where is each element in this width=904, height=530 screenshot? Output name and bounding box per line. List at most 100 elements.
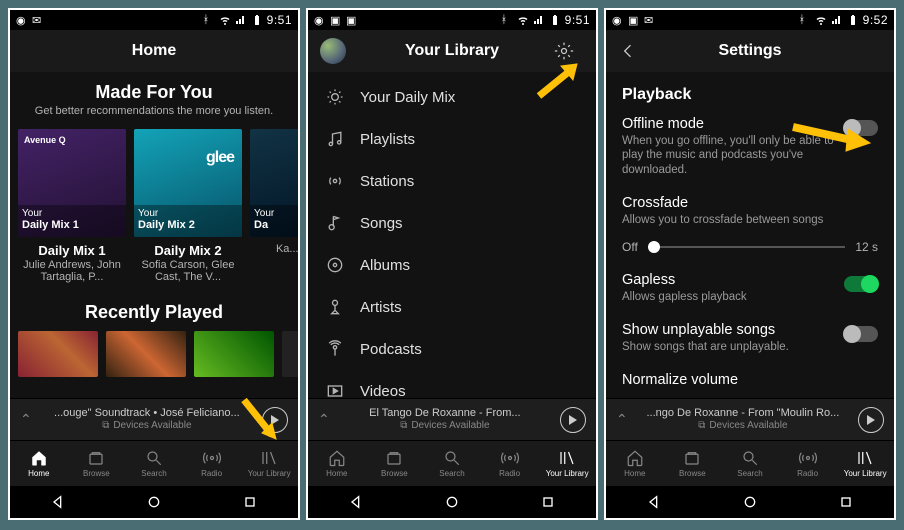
now-playing-bar[interactable]: ⌃ ...ouge" Soundtrack • José Feliciano..… [10,398,298,440]
slider-min-label: Off [622,240,638,254]
now-playing-track: ...ouge" Soundtrack • José Feliciano... [40,407,254,420]
library-item-label: Artists [360,299,402,316]
bottom-tabs: Home Browse Search Radio Your Library [606,440,894,486]
tab-radio[interactable]: Radio [779,441,837,486]
now-playing-bar[interactable]: ⌃ ...ngo De Roxanne - From "Moulin Ro...… [606,398,894,440]
podcast-icon [324,338,346,360]
back-button[interactable] [50,494,66,510]
clock: 9:51 [565,13,590,27]
home-button[interactable] [146,494,162,510]
tab-browse[interactable]: Browse [664,441,722,486]
library-item-podcasts[interactable]: Podcasts [308,328,596,370]
back-button[interactable] [646,494,662,510]
setting-desc: Allows you to crossfade between songs [622,213,878,227]
library-item-albums[interactable]: Albums [308,244,596,286]
daily-mix-card[interactable]: YourDaily Mix 2 Daily Mix 2 Sofia Carson… [134,129,242,284]
tab-library[interactable]: Your Library [836,441,894,486]
wifi-icon [517,14,529,26]
toggle-unplayable[interactable] [844,326,878,342]
recents-button[interactable] [540,494,556,510]
setting-unplayable[interactable]: Show unplayable songs Show songs that ar… [606,314,894,364]
setting-gapless[interactable]: Gapless Allows gapless playback [606,264,894,314]
tab-home[interactable]: Home [10,441,68,486]
slider-knob[interactable] [648,241,660,253]
album-thumb[interactable] [282,331,298,377]
library-item-daily-mix[interactable]: Your Daily Mix [308,76,596,118]
daily-mix-card[interactable]: YourDaily Mix 1 Daily Mix 1 Julie Andrew… [18,129,126,284]
tab-search[interactable]: Search [125,441,183,486]
clock: 9:52 [863,13,888,27]
devices-icon: ⧉ [698,420,705,432]
tab-radio[interactable]: Radio [183,441,241,486]
card-title: Daily Mix 2 [134,243,242,258]
avatar[interactable] [320,38,346,64]
chevron-up-icon[interactable]: ⌃ [616,411,628,428]
tab-radio[interactable]: Radio [481,441,539,486]
settings-button[interactable] [554,41,584,61]
status-bar: ◉ ▣ ▣ ᚼ 9:51 [308,10,596,30]
daily-mix-carousel[interactable]: YourDaily Mix 1 Daily Mix 1 Julie Andrew… [10,123,298,284]
tab-browse[interactable]: Browse [366,441,424,486]
made-for-you-title: Made For You [22,82,286,103]
tab-home[interactable]: Home [606,441,664,486]
library-item-playlists[interactable]: Playlists [308,118,596,160]
library-item-songs[interactable]: Songs [308,202,596,244]
library-item-label: Albums [360,257,410,274]
setting-normalize[interactable]: Normalize volume [606,364,894,398]
play-button[interactable] [858,407,884,433]
now-playing-bar[interactable]: ⌃ El Tango De Roxanne - From... ⧉Devices… [308,398,596,440]
tab-home[interactable]: Home [308,441,366,486]
chevron-up-icon[interactable]: ⌃ [318,411,330,428]
disc-icon [324,254,346,276]
library-item-videos[interactable]: Videos [308,370,596,398]
tab-search[interactable]: Search [423,441,481,486]
header: Your Library [308,30,596,72]
header: Home [10,30,298,72]
devices-label[interactable]: Devices Available [709,420,787,432]
recents-button[interactable] [242,494,258,510]
screen-library: ◉ ▣ ▣ ᚼ 9:51 Your Library Your Daily Mix… [306,8,598,520]
screen-home: ◉ ✉ ᚼ 9:51 Home Made For You Get better … [8,8,300,520]
home-button[interactable] [444,494,460,510]
bluetooth-icon: ᚼ [501,14,513,26]
recently-played-carousel[interactable] [10,327,298,381]
clock: 9:51 [267,13,292,27]
daily-mix-card[interactable]: YourDa Ka... Stev... [250,129,298,284]
card-subtitle: Sofia Carson, Glee Cast, The V... [134,259,242,284]
tab-search[interactable]: Search [721,441,779,486]
library-item-artists[interactable]: Artists [308,286,596,328]
signal-icon [533,14,545,26]
chevron-up-icon[interactable]: ⌃ [20,411,32,428]
library-item-label: Your Daily Mix [360,89,455,106]
toggle-gapless[interactable] [844,276,878,292]
home-button[interactable] [742,494,758,510]
back-button[interactable] [348,494,364,510]
music-note-icon [324,128,346,150]
library-item-stations[interactable]: Stations [308,160,596,202]
play-button[interactable] [262,407,288,433]
album-thumb[interactable] [106,331,186,377]
setting-offline-mode[interactable]: Offline mode When you go offline, you'll… [606,108,894,187]
made-for-you-subtitle: Get better recommendations the more you … [22,105,286,119]
library-list: Your Daily Mix Playlists Stations Songs … [308,72,596,398]
setting-title: Show unplayable songs [622,322,836,338]
tab-library[interactable]: Your Library [240,441,298,486]
album-thumb[interactable] [18,331,98,377]
devices-label[interactable]: Devices Available [411,420,489,432]
slider-max-label: 12 s [855,240,878,254]
back-chevron[interactable] [618,41,648,61]
recents-button[interactable] [838,494,854,510]
play-button[interactable] [560,407,586,433]
mic-icon [324,296,346,318]
crossfade-slider[interactable]: Off 12 s [606,238,894,264]
wifi-icon [219,14,231,26]
tab-browse[interactable]: Browse [68,441,126,486]
album-thumb[interactable] [194,331,274,377]
tab-library[interactable]: Your Library [538,441,596,486]
devices-label[interactable]: Devices Available [113,420,191,432]
card-subtitle: Julie Andrews, John Tartaglia, P... [18,259,126,284]
mail-icon: ✉ [32,14,44,26]
setting-desc: Allows gapless playback [622,290,836,304]
devices-icon: ⧉ [400,420,407,432]
toggle-offline[interactable] [844,120,878,136]
